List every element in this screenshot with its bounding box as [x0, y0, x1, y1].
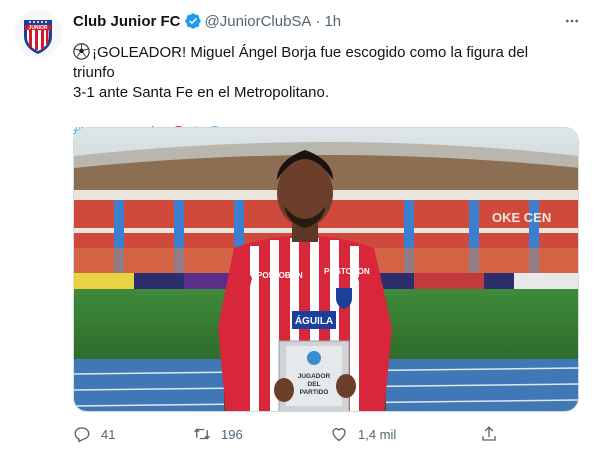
sponsor-text-right: POSTOBON — [324, 267, 370, 276]
user-handle[interactable]: @JuniorClubSA — [205, 13, 312, 30]
stadium-photo: OKE CEN POSTOBON POSTOBON ÁGUILA JUGADOR… — [74, 128, 578, 411]
share-button[interactable] — [480, 425, 508, 443]
trophy-text-2: DEL — [308, 381, 321, 388]
like-count: 1,4 mil — [358, 426, 397, 442]
jersey-sponsor-text: ÁGUILA — [295, 314, 333, 327]
reply-count: 41 — [101, 426, 116, 442]
tweet-content: Club Junior FC @JuniorClubSA · 1h ¡GOLEA… — [73, 11, 581, 443]
tweet-actions: 41 196 1,4 mil — [73, 425, 513, 445]
trophy-text-1: JUGADOR — [298, 373, 331, 380]
reply-icon — [74, 427, 90, 443]
like-icon — [332, 428, 346, 442]
soccer-ball-icon — [73, 43, 90, 60]
retweet-button[interactable]: 196 — [193, 425, 243, 443]
more-options-icon[interactable] — [563, 13, 581, 29]
trophy-text-3: PARTIDO — [300, 389, 329, 396]
sponsor-text-left: POSTOBON — [257, 271, 303, 280]
reply-button[interactable]: 41 — [73, 425, 115, 443]
svg-text:JUNIOR: JUNIOR — [29, 25, 48, 31]
share-icon — [482, 426, 496, 441]
tweet-text-line2: 3-1 ante Santa Fe en el Metropolitano. — [73, 84, 329, 101]
retweet-count: 196 — [221, 426, 243, 442]
display-name[interactable]: Club Junior FC — [73, 13, 181, 30]
club-crest-icon: JUNIOR — [14, 10, 62, 58]
tweet-text: ¡GOLEADOR! Miguel Ángel Borja fue escogi… — [73, 43, 573, 103]
tweet-media-photo[interactable]: OKE CEN POSTOBON POSTOBON ÁGUILA JUGADOR… — [73, 127, 579, 412]
tweet-text-line1: ¡GOLEADOR! Miguel Ángel Borja fue escogi… — [73, 44, 529, 81]
timestamp[interactable]: 1h — [324, 13, 341, 30]
stadium-sign-text: OKE CEN — [492, 210, 551, 225]
avatar[interactable]: JUNIOR — [14, 10, 62, 58]
like-button[interactable]: 1,4 mil — [330, 425, 396, 443]
retweet-icon — [194, 428, 210, 440]
verified-badge-icon — [184, 13, 201, 29]
separator-dot: · — [315, 12, 321, 30]
tweet-header: Club Junior FC @JuniorClubSA · 1h — [73, 11, 581, 31]
